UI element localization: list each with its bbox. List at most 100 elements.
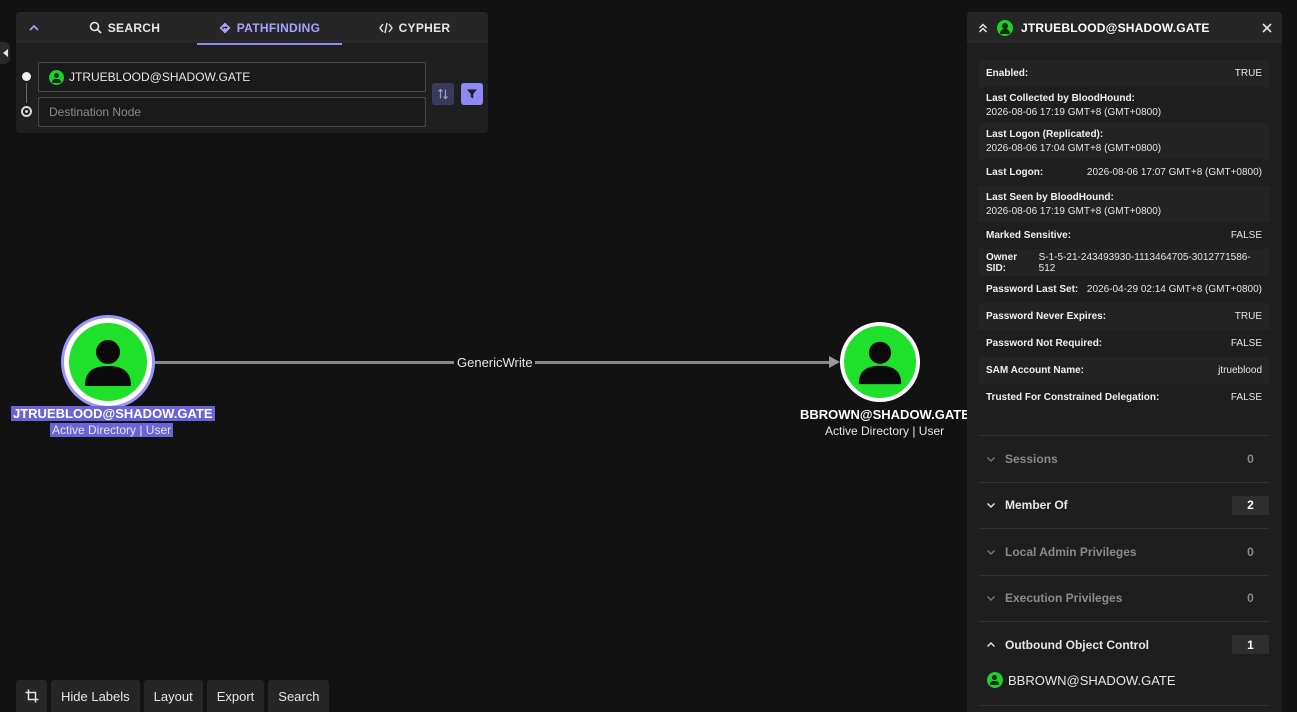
export-button[interactable]: Export bbox=[206, 680, 265, 712]
property-key: Trusted For Constrained Delegation: bbox=[986, 392, 1160, 403]
section-sessions[interactable]: Sessions 0 bbox=[979, 435, 1269, 482]
collapse-panel-button[interactable] bbox=[16, 12, 52, 43]
property-row: Password Not Required: FALSE bbox=[979, 330, 1269, 357]
section-count: 1 bbox=[1232, 635, 1269, 655]
property-row: Enabled: TRUE bbox=[979, 60, 1269, 87]
caret-left-icon bbox=[2, 49, 8, 57]
hide-labels-button[interactable]: Hide Labels bbox=[51, 680, 140, 712]
crop-button[interactable] bbox=[16, 680, 47, 712]
crop-icon bbox=[25, 689, 38, 703]
node-label: BBROWN@SHADOW.GATE bbox=[800, 407, 970, 422]
property-value: FALSE bbox=[1230, 392, 1262, 403]
property-row: Password Last Set: 2026-04-29 02:14 GMT+… bbox=[979, 276, 1269, 303]
section-label: Execution Privileges bbox=[1005, 591, 1123, 606]
section-outbound-object-control[interactable]: Outbound Object Control 1 bbox=[979, 621, 1269, 668]
tab-pathfinding-label: PATHFINDING bbox=[236, 20, 321, 35]
property-value: jtrueblood bbox=[1218, 365, 1262, 376]
section-execution-privileges[interactable]: Execution Privileges 0 bbox=[979, 574, 1269, 622]
left-panel-toggle[interactable] bbox=[0, 42, 10, 64]
property-row: Last Logon (Replicated): 2026-08-06 17:0… bbox=[979, 123, 1269, 159]
object-properties: Enabled: TRUE Last Collected by BloodHou… bbox=[979, 60, 1269, 411]
edge-line[interactable] bbox=[152, 361, 454, 364]
section-label: Sessions bbox=[1005, 451, 1058, 466]
user-icon bbox=[85, 340, 131, 386]
search-icon bbox=[89, 21, 102, 34]
property-key: Last Seen by BloodHound: bbox=[986, 191, 1114, 203]
entity-info-panel: JTRUEBLOOD@SHADOW.GATE Enabled: TRUE Las… bbox=[967, 12, 1282, 712]
edge-arrow-icon bbox=[829, 356, 840, 368]
property-row: Last Collected by BloodHound: 2026-08-06… bbox=[979, 87, 1269, 123]
property-key: Last Logon: bbox=[986, 167, 1044, 178]
start-point-icon bbox=[22, 72, 31, 81]
destination-target-icon bbox=[21, 106, 32, 117]
node-label: JTRUEBLOOD@SHADOW.GATE bbox=[11, 406, 215, 421]
outbound-object-item[interactable]: BBROWN@SHADOW.GATE bbox=[987, 672, 1176, 688]
graph-node-bbrown[interactable] bbox=[840, 322, 920, 402]
close-icon[interactable] bbox=[1262, 22, 1272, 33]
section-count: 0 bbox=[1247, 544, 1254, 559]
chevron-down-icon bbox=[987, 549, 995, 555]
property-row: Owner SID: S-1-5-21-243493930-1113464705… bbox=[979, 249, 1269, 276]
property-value: 2026-08-06 17:07 GMT+8 (GMT+0800) bbox=[1086, 167, 1262, 178]
property-value: 2026-04-29 02:14 GMT+8 (GMT+0800) bbox=[1086, 284, 1262, 295]
property-key: Owner SID: bbox=[986, 251, 1018, 274]
section-label: Local Admin Privileges bbox=[1005, 544, 1137, 559]
property-key: Marked Sensitive: bbox=[986, 230, 1072, 241]
tab-pathfinding[interactable]: PATHFINDING bbox=[197, 12, 342, 45]
property-value: TRUE bbox=[1234, 311, 1262, 322]
chevron-up-icon bbox=[29, 24, 39, 31]
node-sublabel: Active Directory | User bbox=[825, 424, 945, 438]
property-value: FALSE bbox=[1230, 230, 1262, 241]
start-node-value: JTRUEBLOOD@SHADOW.GATE bbox=[69, 70, 251, 84]
search-panel: SEARCH PATHFINDING CYPHER JTRUEBLOOD@SHA… bbox=[16, 12, 488, 133]
property-value: FALSE bbox=[1230, 338, 1262, 349]
swap-nodes-button[interactable] bbox=[432, 83, 454, 105]
chevron-down-icon bbox=[987, 596, 995, 602]
property-key: SAM Account Name: bbox=[986, 365, 1084, 376]
section-label: Outbound Object Control bbox=[1005, 637, 1149, 652]
property-value: 2026-08-06 17:19 GMT+8 (GMT+0800) bbox=[986, 106, 1162, 118]
property-row: SAM Account Name: jtrueblood bbox=[979, 357, 1269, 384]
graph-node-jtrueblood[interactable] bbox=[64, 318, 152, 406]
chevron-up-icon bbox=[987, 641, 995, 647]
property-row: Marked Sensitive: FALSE bbox=[979, 222, 1269, 249]
section-member-of[interactable]: Member Of 2 bbox=[979, 481, 1269, 529]
user-icon bbox=[987, 672, 1003, 688]
divider bbox=[979, 705, 1269, 706]
property-value: S-1-5-21-243493930-1113464705-3012771586… bbox=[1038, 251, 1251, 274]
edge-label[interactable]: GenericWrite bbox=[456, 355, 534, 370]
layout-button[interactable]: Layout bbox=[143, 680, 203, 712]
tab-search[interactable]: SEARCH bbox=[52, 12, 197, 43]
graph-search-button[interactable]: Search bbox=[268, 680, 330, 712]
node-sublabel-text: Active Directory | User bbox=[50, 423, 174, 437]
section-count: 2 bbox=[1232, 495, 1269, 515]
edge-line[interactable] bbox=[535, 361, 831, 364]
property-row: Trusted For Constrained Delegation: FALS… bbox=[979, 384, 1269, 411]
property-key: Last Logon (Replicated): bbox=[986, 128, 1104, 140]
start-node-input[interactable]: JTRUEBLOOD@SHADOW.GATE bbox=[38, 62, 426, 92]
section-count: 0 bbox=[1247, 451, 1254, 466]
user-icon bbox=[858, 341, 902, 385]
property-value: TRUE bbox=[1234, 68, 1262, 79]
property-row: Last Logon: 2026-08-06 17:07 GMT+8 (GMT+… bbox=[979, 159, 1269, 186]
property-row: Last Seen by BloodHound: 2026-08-06 17:1… bbox=[979, 186, 1269, 222]
code-icon bbox=[378, 22, 393, 33]
path-connector-line bbox=[26, 83, 27, 103]
section-label: Member Of bbox=[1005, 498, 1068, 513]
double-chevron-up-icon[interactable] bbox=[977, 22, 989, 34]
destination-node-placeholder: Destination Node bbox=[49, 105, 142, 119]
node-label-text: JTRUEBLOOD@SHADOW.GATE bbox=[11, 406, 215, 421]
edge-filter-button[interactable] bbox=[461, 83, 483, 105]
chevron-down-icon bbox=[987, 456, 995, 462]
destination-node-input[interactable]: Destination Node bbox=[38, 97, 426, 127]
entity-panel-header: JTRUEBLOOD@SHADOW.GATE bbox=[967, 12, 1282, 43]
property-key: Last Collected by BloodHound: bbox=[986, 92, 1135, 104]
graph-toolbar: Hide Labels Layout Export Search bbox=[16, 680, 330, 712]
tab-cypher[interactable]: CYPHER bbox=[342, 12, 487, 43]
node-sublabel: Active Directory | User bbox=[50, 423, 174, 437]
property-value: 2026-08-06 17:04 GMT+8 (GMT+0800) bbox=[986, 142, 1162, 154]
section-local-admin-privileges[interactable]: Local Admin Privileges 0 bbox=[979, 528, 1269, 575]
user-icon bbox=[997, 19, 1013, 36]
property-row: Password Never Expires: TRUE bbox=[979, 303, 1269, 330]
chevron-down-icon bbox=[987, 503, 995, 509]
